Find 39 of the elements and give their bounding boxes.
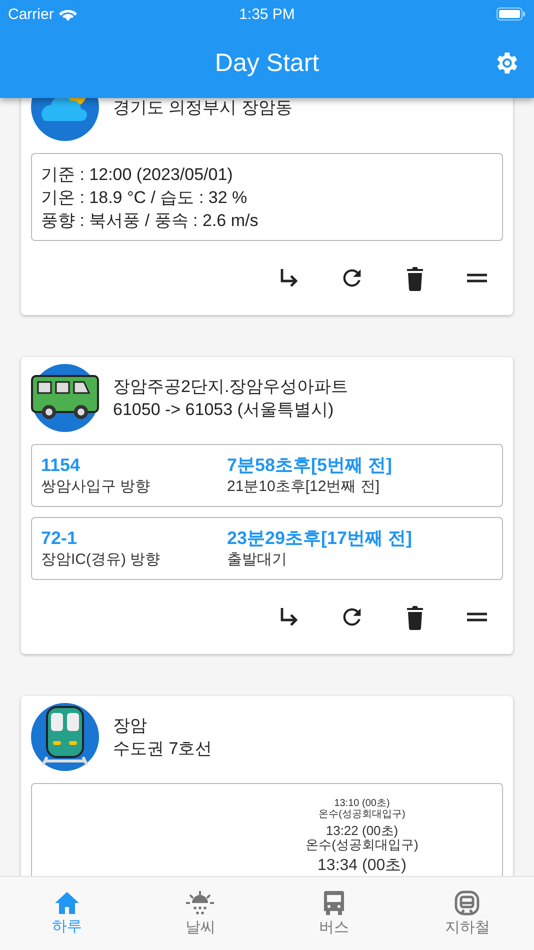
status-time: 1:35 PM: [239, 6, 295, 22]
arrival-time: 23분29초후[17번째 전]: [227, 527, 414, 550]
weather-detail: 풍향 : 북서풍 / 풍속 : 2.6 m/s: [41, 210, 260, 232]
route-number: 1154: [41, 454, 82, 477]
arrival-time: 13:10 (00초): [334, 798, 390, 809]
arrival-time: 13:22 (00초): [326, 824, 398, 838]
bus-route-panel[interactable]: 1154 쌍암사입구 방향 7분58초후[5번째 전] 21분10초후[12번째 전]: [31, 444, 503, 507]
nav-tab[interactable]: 지하철: [400, 877, 534, 950]
nav-tab[interactable]: 버스: [267, 877, 400, 950]
nav-tab[interactable]: 하루: [0, 877, 134, 950]
arrival-destination: 온수(성공회대입구): [318, 809, 406, 820]
station-title: 장암: [113, 715, 148, 737]
subway-icon: [454, 890, 480, 916]
bus-icon: [31, 364, 99, 432]
station-title: 경기도 의정부시 장암동: [113, 98, 292, 118]
bus-icon: [322, 890, 345, 916]
app-title: Day Start: [214, 48, 320, 78]
drag-handle-icon[interactable]: [465, 611, 489, 623]
drag-handle-icon[interactable]: [465, 272, 489, 284]
battery-icon: [496, 7, 526, 21]
station-title: 61050 -> 61053 (서울특별시): [113, 399, 335, 421]
carrier-label: Carrier: [8, 6, 54, 22]
route-direction: 쌍암사입구 방향: [41, 477, 152, 497]
route-number: 72-1: [41, 527, 78, 550]
home-icon: [54, 891, 80, 915]
weather-detail: 기온 : 18.9 °C / 습도 : 32 %: [41, 187, 248, 209]
arrival-time: 13:34 (00초): [318, 856, 406, 874]
sun-icon: [185, 890, 216, 916]
nav-tab[interactable]: 날씨: [134, 877, 267, 950]
arrival-destination: 온수(성공회대입구): [306, 838, 418, 853]
station-title: 장암주공2단지.장암우성아파트: [113, 376, 348, 398]
route-direction: 장암IC(경유) 방향: [41, 550, 162, 570]
next-arrival-time: 출발대기: [227, 550, 288, 570]
arrival-time: 7분58초후[5번째 전]: [227, 454, 394, 477]
station-title: 수도권 7호선: [113, 738, 212, 760]
next-arrival-time: 21분10초후[12번째 전]: [227, 477, 381, 497]
train-icon: [31, 703, 99, 771]
bus-route-panel[interactable]: 72-1 장암IC(경유) 방향 23분29초후[17번째 전] 출발대기: [31, 517, 503, 580]
weather-detail: 기준 : 12:00 (2023/05/01): [41, 164, 234, 186]
